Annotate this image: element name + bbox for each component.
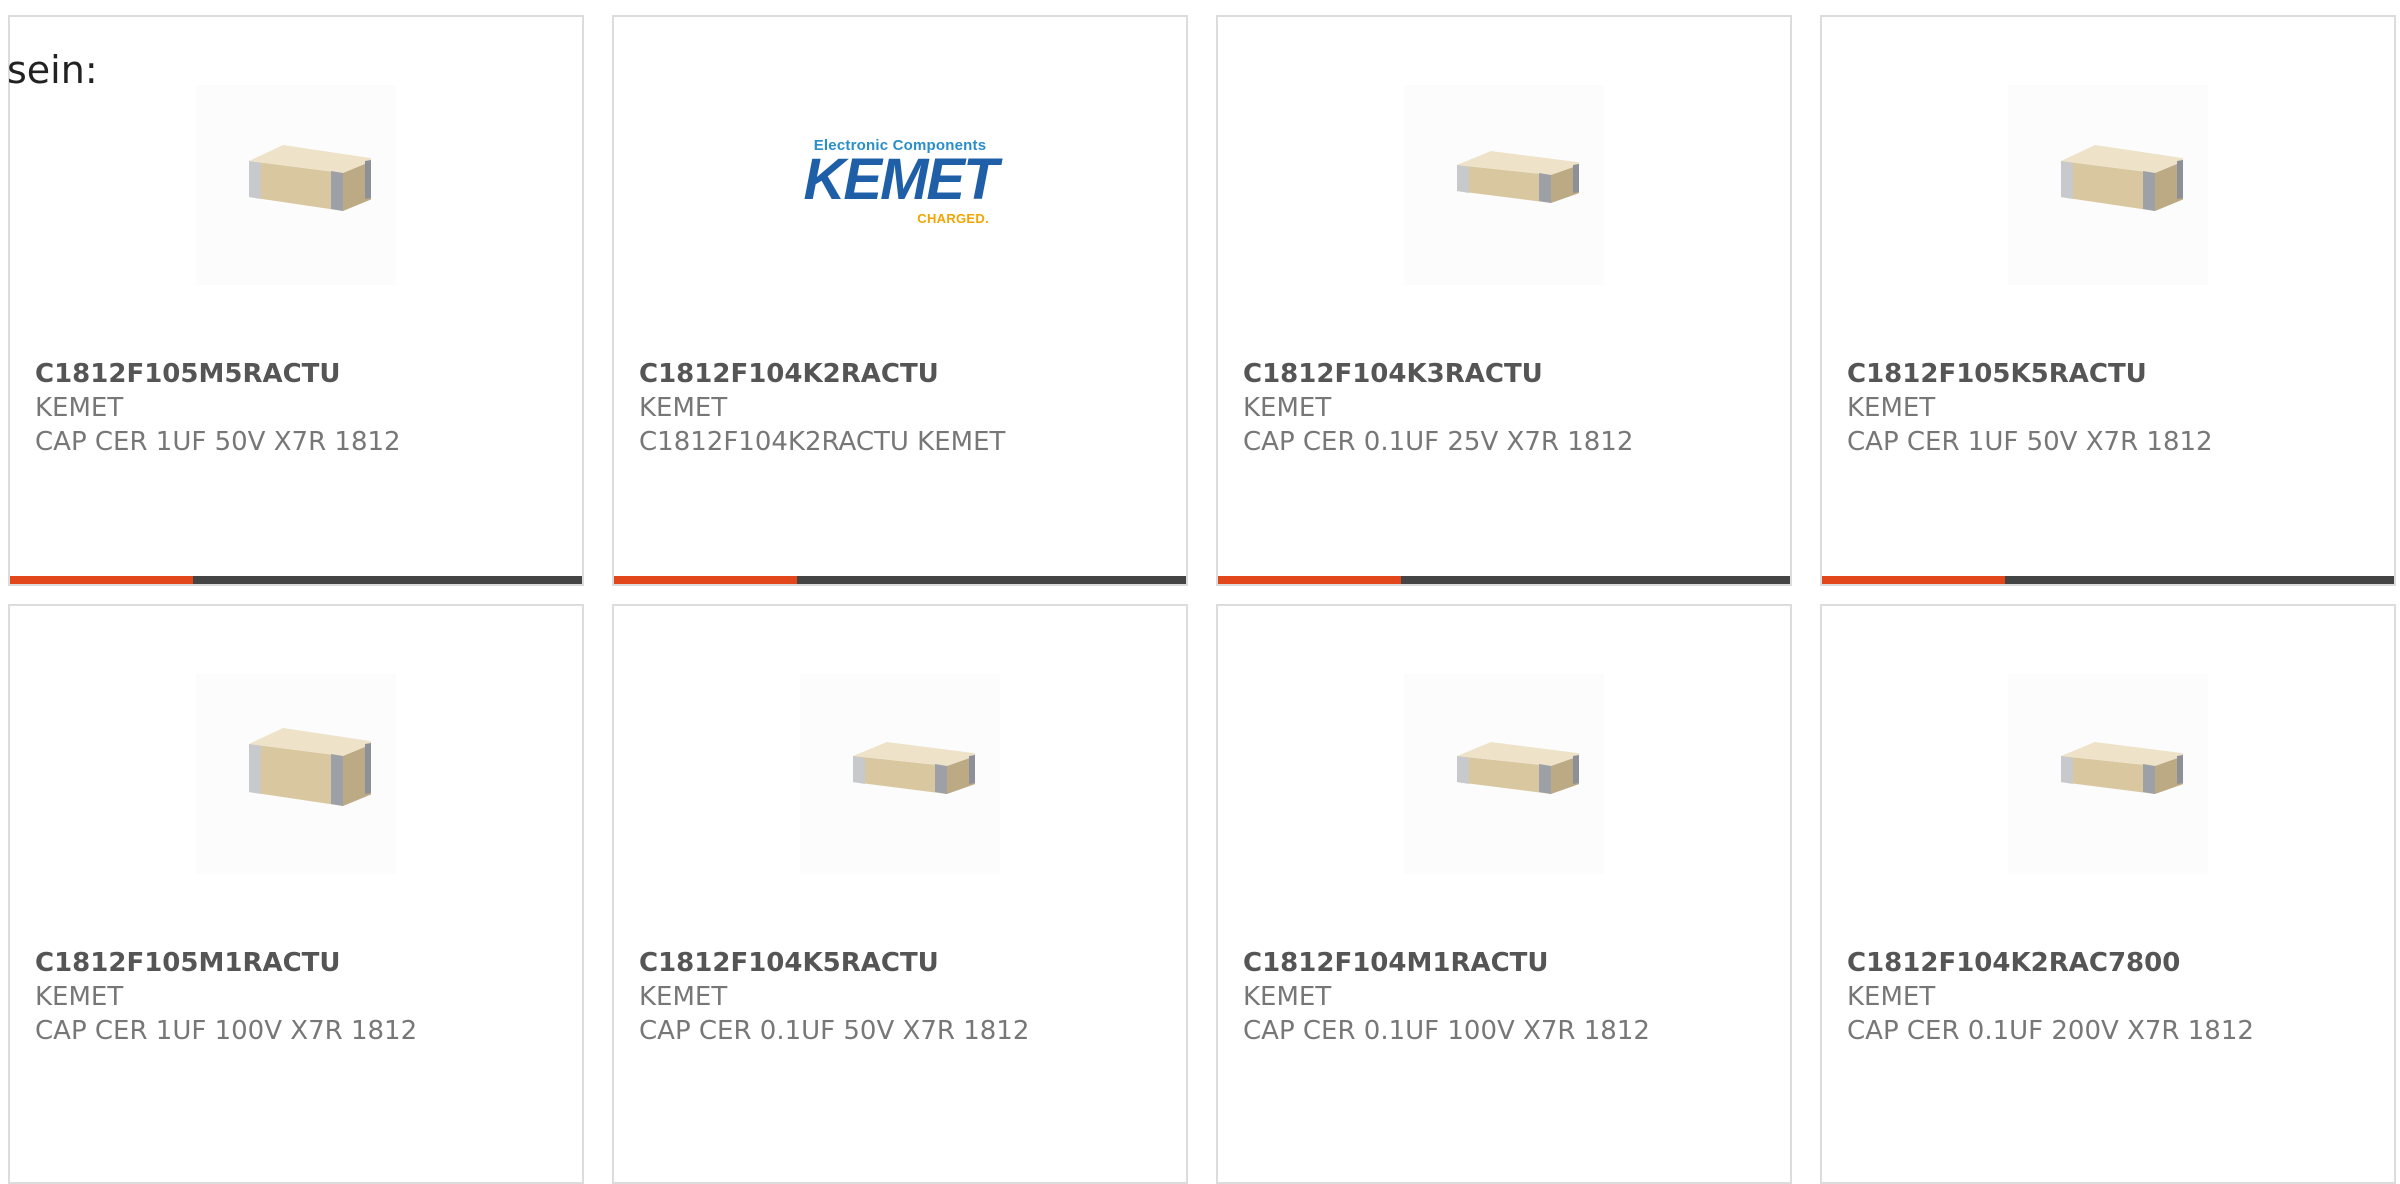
manufacturer: KEMET <box>1847 982 1936 1012</box>
product-description: CAP CER 0.1UF 50V X7R 1812 <box>639 1016 1030 1046</box>
manufacturer: KEMET <box>35 982 124 1012</box>
manufacturer: KEMET <box>35 393 124 423</box>
part-number[interactable]: C1812F105M1RACTU <box>35 946 562 980</box>
product-card[interactable]: C1812F104M1RACTU KEMET CAP CER 0.1UF 100… <box>1216 604 1792 1184</box>
product-card[interactable]: C1812F104K5RACTU KEMET CAP CER 0.1UF 50V… <box>612 604 1188 1184</box>
manufacturer: KEMET <box>1847 393 1936 423</box>
progress-bar <box>10 576 582 584</box>
capacitor-chip-icon <box>2008 85 2208 285</box>
progress-fill <box>1218 576 1402 584</box>
product-card[interactable]: C1812F104K3RACTU KEMET CAP CER 0.1UF 25V… <box>1216 15 1792 586</box>
part-number[interactable]: C1812F105M5RACTU <box>35 357 562 391</box>
product-description: CAP CER 1UF 50V X7R 1812 <box>1847 427 2213 457</box>
kemet-logo: Electronic Components KEMET CHARGED. <box>803 137 999 226</box>
progress-bar <box>1822 576 2394 584</box>
manufacturer: KEMET <box>639 982 728 1012</box>
product-card[interactable]: C1812F105M5RACTU KEMET CAP CER 1UF 50V X… <box>8 15 584 586</box>
product-card[interactable]: C1812F105K5RACTU KEMET CAP CER 1UF 50V X… <box>1820 15 2396 586</box>
product-description: CAP CER 0.1UF 25V X7R 1812 <box>1243 427 1634 457</box>
product-card[interactable]: C1812F104K2RAC7800 KEMET CAP CER 0.1UF 2… <box>1820 604 2396 1184</box>
progress-fill <box>10 576 194 584</box>
capacitor-chip-icon <box>196 85 396 285</box>
capacitor-chip-icon <box>800 674 1000 874</box>
product-description: CAP CER 0.1UF 100V X7R 1812 <box>1243 1016 1650 1046</box>
product-description: CAP CER 1UF 50V X7R 1812 <box>35 427 401 457</box>
intro-text: sein: <box>7 48 98 92</box>
product-grid: C1812F105M5RACTU KEMET CAP CER 1UF 50V X… <box>0 0 2400 1184</box>
part-number[interactable]: C1812F105K5RACTU <box>1847 357 2374 391</box>
manufacturer: KEMET <box>1243 393 1332 423</box>
manufacturer: KEMET <box>1243 982 1332 1012</box>
product-card[interactable]: C1812F105M1RACTU KEMET CAP CER 1UF 100V … <box>8 604 584 1184</box>
product-description: CAP CER 1UF 100V X7R 1812 <box>35 1016 418 1046</box>
capacitor-chip-icon <box>196 674 396 874</box>
part-number[interactable]: C1812F104M1RACTU <box>1243 946 1770 980</box>
capacitor-chip-icon <box>1404 674 1604 874</box>
product-card[interactable]: Electronic Components KEMET CHARGED. C18… <box>612 15 1188 586</box>
manufacturer: KEMET <box>639 393 728 423</box>
part-number[interactable]: C1812F104K3RACTU <box>1243 357 1770 391</box>
product-description: C1812F104K2RACTU KEMET <box>639 427 1006 457</box>
progress-bar <box>1218 576 1790 584</box>
progress-bar <box>614 576 1186 584</box>
capacitor-chip-icon <box>2008 674 2208 874</box>
product-description: CAP CER 0.1UF 200V X7R 1812 <box>1847 1016 2254 1046</box>
progress-fill <box>1822 576 2006 584</box>
part-number[interactable]: C1812F104K5RACTU <box>639 946 1166 980</box>
part-number[interactable]: C1812F104K2RACTU <box>639 357 1166 391</box>
progress-fill <box>614 576 798 584</box>
part-number[interactable]: C1812F104K2RAC7800 <box>1847 946 2374 980</box>
capacitor-chip-icon <box>1404 85 1604 285</box>
